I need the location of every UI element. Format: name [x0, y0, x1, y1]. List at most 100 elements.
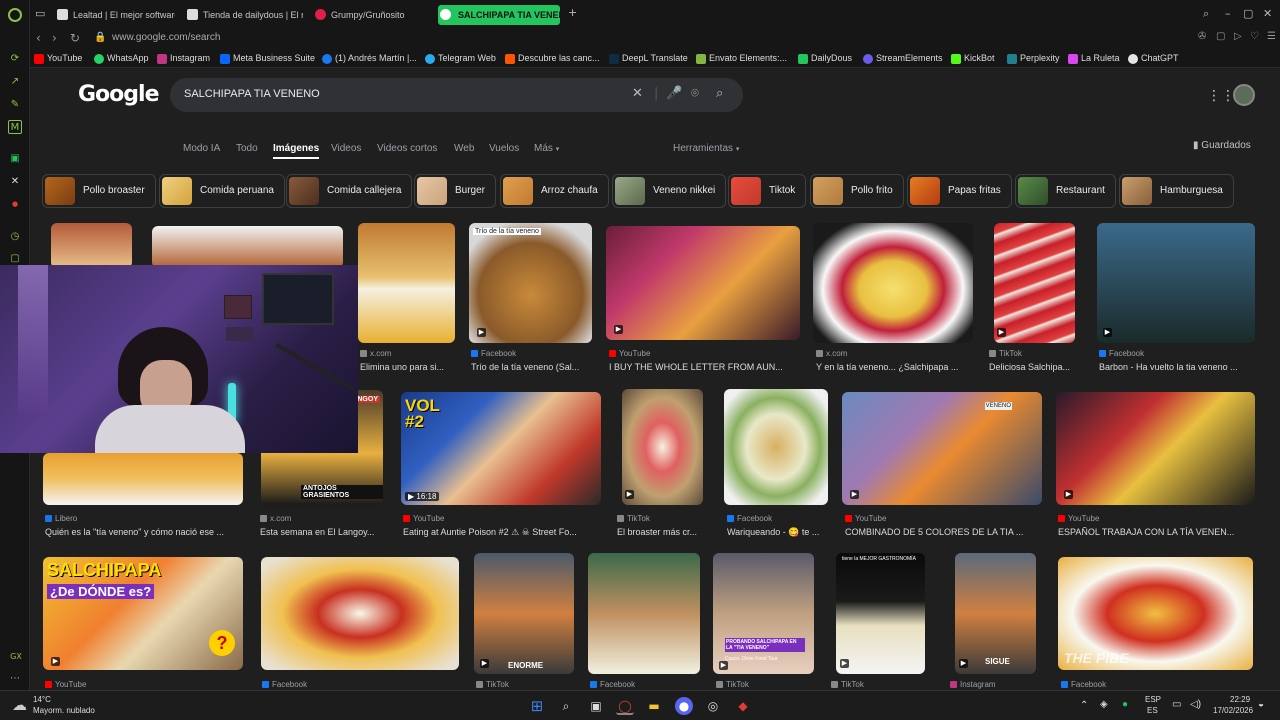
close-window-icon[interactable]: ✕	[1263, 7, 1272, 20]
image-result[interactable]	[152, 226, 343, 268]
chip-comida-peruana[interactable]: Comida peruana	[159, 174, 285, 208]
result-caption[interactable]: ESPAÑOL TRABAJA CON LA TÍA VENEN...	[1058, 527, 1256, 537]
image-result[interactable]	[813, 223, 973, 343]
image-result[interactable]: ▶	[1097, 223, 1255, 343]
bookmark-chatgpt[interactable]: ChatGPT	[1128, 53, 1179, 64]
bookmark-telegram[interactable]: Telegram Web	[425, 53, 496, 64]
m-icon[interactable]: M	[8, 120, 22, 134]
result-caption[interactable]: I BUY THE WHOLE LETTER FROM AUN...	[609, 362, 801, 372]
folder-icon[interactable]: ▬	[645, 697, 663, 715]
image-result[interactable]	[358, 223, 455, 343]
lang-primary[interactable]: ESP	[1145, 695, 1161, 704]
reload-icon[interactable]: ↻	[70, 31, 80, 45]
lens-icon[interactable]: ⌾	[691, 86, 699, 101]
app-icon[interactable]: ◆	[734, 697, 752, 715]
snapshot-icon[interactable]: ▢	[1216, 31, 1225, 42]
network-icon[interactable]: ▭	[1172, 699, 1181, 710]
steam-icon[interactable]: ◎	[704, 697, 722, 715]
image-result[interactable]: VOL #2 ▶ 16:18	[401, 392, 601, 505]
tab-modo-ia[interactable]: Modo IA	[183, 143, 220, 154]
result-caption[interactable]: Esta semana en El Langoy...	[260, 527, 385, 537]
arrow-icon[interactable]: ↗	[8, 75, 22, 89]
workspace-icon[interactable]: ▭	[35, 7, 45, 20]
image-result[interactable]	[43, 453, 243, 505]
search-tabs-icon[interactable]: ⌕	[1203, 7, 1209, 21]
bookmark-streamelements[interactable]: StreamElements	[863, 53, 943, 64]
discord-icon[interactable]: ●	[675, 697, 693, 715]
chip-arroz-chaufa[interactable]: Arroz chaufa	[500, 174, 609, 208]
apps-grid-icon[interactable]: ⋮⋮	[1207, 88, 1235, 104]
result-caption[interactable]: Wariqueando - 😋 te ...	[727, 527, 830, 538]
chip-pollo-broaster[interactable]: Pollo broaster	[42, 174, 156, 208]
volume-icon[interactable]: ◁)	[1190, 699, 1201, 710]
google-logo[interactable]: Google	[78, 82, 159, 107]
clock-date[interactable]: 17/02/2026	[1213, 706, 1253, 715]
back-icon[interactable]: ‹	[36, 31, 41, 45]
bookmark-deepl[interactable]: DeepL Translate	[609, 53, 688, 64]
mic-tray-icon[interactable]: ●	[1122, 699, 1128, 710]
twitch-icon[interactable]: ▣	[8, 152, 22, 166]
more-icon[interactable]: ⋯	[8, 672, 22, 686]
image-result[interactable]	[724, 389, 828, 505]
clock-time[interactable]: 22:29	[1230, 695, 1250, 704]
search-icon[interactable]: ⌕	[557, 697, 575, 715]
tab-lealtad[interactable]: Lealtad | El mejor software	[55, 5, 175, 25]
youtube-dot-icon[interactable]: ●	[8, 197, 22, 211]
image-result[interactable]: ▶	[1056, 392, 1255, 505]
clock-icon[interactable]: ◷	[8, 230, 22, 244]
bookmark-youtube[interactable]: YouTube	[34, 53, 82, 64]
play-icon[interactable]: ▷	[1234, 31, 1242, 42]
url-field[interactable]: www.google.com/search	[112, 32, 220, 43]
bookmark-laruleta[interactable]: La Ruleta	[1068, 53, 1120, 64]
clear-icon[interactable]: ✕	[632, 86, 643, 101]
tab-imagenes[interactable]: Imágenes	[273, 143, 320, 159]
image-result[interactable]	[261, 557, 459, 670]
chip-comida-callejera[interactable]: Comida callejera	[286, 174, 413, 208]
refresh-icon[interactable]: ⟳	[8, 52, 22, 66]
image-result[interactable]: PROBANDO SALCHIPAPA EN LA "TIA VENENO" C…	[713, 553, 814, 674]
tab-web[interactable]: Web	[454, 143, 474, 154]
heart-icon[interactable]: ♡	[1250, 31, 1259, 42]
bookmark-facebook[interactable]: (1) Andrés Martín |...	[322, 53, 417, 64]
x-icon[interactable]: ✕	[8, 175, 22, 189]
image-result[interactable]: SALCHIPAPA ¿De DÓNDE es? ? ▶	[43, 557, 243, 670]
notification-icon[interactable]: ◒	[1258, 699, 1264, 710]
forward-icon[interactable]: ›	[52, 31, 57, 45]
chip-veneno-nikkei[interactable]: Veneno nikkei	[612, 174, 727, 208]
opera-icon[interactable]: ◯	[616, 697, 634, 715]
mic-icon[interactable]: 🎤	[666, 86, 682, 101]
image-result[interactable]	[588, 553, 700, 674]
bookmark-whatsapp[interactable]: WhatsApp	[94, 53, 149, 64]
saved-button[interactable]: ▮ Guardados	[1193, 140, 1251, 151]
image-result[interactable]: ▶	[622, 389, 703, 505]
chip-tiktok[interactable]: Tiktok	[728, 174, 807, 208]
result-caption[interactable]: Trío de la tía veneno (Sal...	[471, 362, 593, 372]
result-caption[interactable]: Deliciosa Salchipa...	[989, 362, 1079, 372]
tools-button[interactable]: Herramientas ▾	[673, 143, 739, 154]
extensions-icon[interactable]: ✇	[1198, 31, 1206, 42]
chip-restaurant[interactable]: Restaurant	[1015, 174, 1116, 208]
tab-todo[interactable]: Todo	[236, 143, 258, 154]
bookmark-instagram[interactable]: Instagram	[157, 53, 210, 64]
search-icon[interactable]: ⌕	[716, 86, 723, 101]
avatar[interactable]	[1233, 84, 1255, 106]
result-caption[interactable]: Eating at Auntie Poison #2 ⚠ ☠ Street Fo…	[403, 527, 601, 538]
tab-videos-cortos[interactable]: Videos cortos	[377, 143, 437, 154]
chip-burger[interactable]: Burger	[414, 174, 497, 208]
image-result[interactable]: SIGUE ▶	[955, 553, 1036, 674]
result-caption[interactable]: El broaster más cr...	[617, 527, 707, 537]
bookmark-kickbot[interactable]: KickBot	[951, 53, 995, 64]
image-result[interactable]: Trío de la tía veneno ▶	[469, 223, 592, 343]
chip-pollo-frito[interactable]: Pollo frito	[810, 174, 904, 208]
lang-secondary[interactable]: ES	[1147, 706, 1158, 715]
tab-salchipapa[interactable]: SALCHIPAPA TIA VENENO	[438, 5, 560, 25]
new-tab-button[interactable]: +	[568, 6, 577, 19]
menu-icon[interactable]: ☰	[1267, 31, 1276, 42]
image-result[interactable]: THE PIBE	[1058, 557, 1253, 670]
result-caption[interactable]: COMBINADO DE 5 COLORES DE LA TIA ...	[845, 527, 1043, 537]
maximize-icon[interactable]: ▢	[1243, 7, 1253, 20]
tab-videos[interactable]: Videos	[331, 143, 361, 154]
task-view-icon[interactable]: ▣	[587, 697, 605, 715]
bookmark-soundcloud[interactable]: Descubre las canc...	[505, 53, 600, 64]
opera-logo-icon[interactable]	[8, 8, 22, 22]
